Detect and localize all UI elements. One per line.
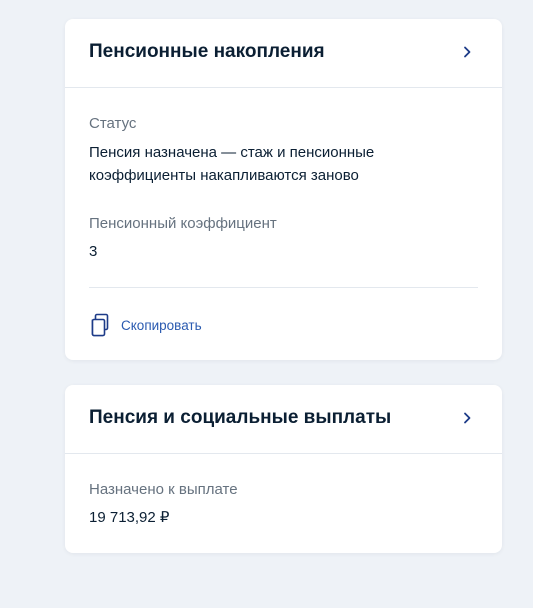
assigned-payment-value: 19 713,92 ₽ — [89, 509, 170, 526]
pension-savings-card: Пенсионные накопления Статус Пенсия назн… — [65, 19, 502, 360]
pension-savings-header[interactable]: Пенсионные накопления — [65, 19, 502, 88]
pension-payments-header[interactable]: Пенсия и социальные выплаты — [65, 385, 502, 454]
pension-coefficient-label: Пенсионный коэффициент — [89, 215, 277, 232]
pension-payments-card: Пенсия и социальные выплаты Назначено к … — [65, 385, 502, 553]
chevron-right-icon[interactable] — [462, 45, 472, 59]
copy-button[interactable]: Скопировать — [89, 313, 202, 337]
pension-payments-title: Пенсия и социальные выплаты — [89, 407, 392, 428]
copy-label: Скопировать — [121, 317, 202, 333]
copy-icon — [91, 313, 109, 337]
divider — [89, 287, 478, 288]
chevron-right-icon[interactable] — [462, 411, 472, 425]
status-label: Статус — [89, 115, 137, 132]
assigned-payment-label: Назначено к выплате — [89, 481, 238, 498]
status-value: Пенсия назначена — стаж и пенсионные коэ… — [89, 144, 375, 184]
pension-coefficient-value: 3 — [89, 243, 98, 260]
pension-savings-title: Пенсионные накопления — [89, 41, 325, 62]
